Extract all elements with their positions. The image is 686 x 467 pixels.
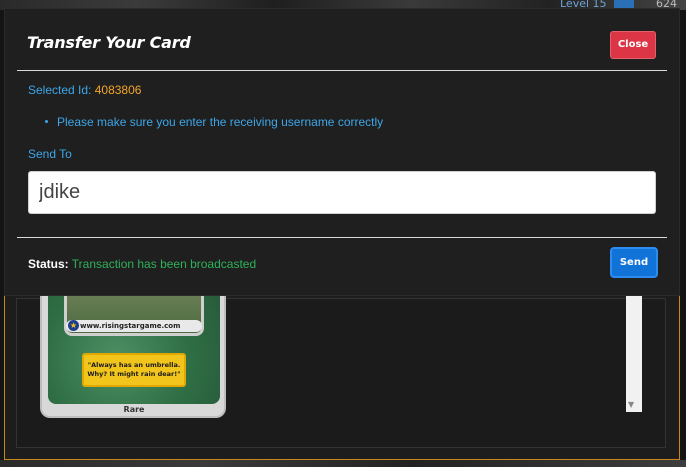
transfer-card-modal: Transfer Your Card Close Selected Id: 40… bbox=[4, 8, 680, 296]
status-row: Status: Transaction has been broadcasted bbox=[28, 257, 256, 271]
modal-title: Transfer Your Card bbox=[27, 33, 191, 52]
bullet-icon bbox=[45, 120, 48, 124]
recipient-username-input[interactable] bbox=[28, 171, 656, 214]
notice-text: Please make sure you enter the receiving… bbox=[57, 115, 384, 129]
footer-divider bbox=[17, 237, 667, 238]
card-image[interactable]: www.risingstargame.com ★ "Always has an … bbox=[40, 292, 226, 418]
send-button[interactable]: Send bbox=[610, 247, 658, 278]
selected-id-label: Selected Id: bbox=[28, 83, 92, 97]
status-label: Status: bbox=[28, 257, 69, 271]
star-icon: ★ bbox=[68, 320, 79, 331]
card-quote: "Always has an umbrella. Why? It might r… bbox=[82, 353, 186, 387]
selected-id-row: Selected Id: 4083806 bbox=[28, 83, 141, 97]
status-value: Transaction has been broadcasted bbox=[71, 257, 257, 271]
background-footer-strip bbox=[0, 460, 686, 467]
send-to-label: Send To bbox=[28, 147, 72, 161]
card-rarity: Rare bbox=[123, 405, 145, 414]
scroll-down-arrow-icon[interactable]: ▼ bbox=[628, 400, 634, 409]
scrollbar[interactable] bbox=[626, 296, 642, 412]
close-button[interactable]: Close bbox=[610, 31, 656, 59]
card-url: www.risingstargame.com bbox=[66, 320, 202, 332]
level-badge bbox=[614, 0, 634, 8]
header-divider bbox=[17, 70, 667, 71]
selected-id-value: 4083806 bbox=[94, 83, 142, 97]
notice-item: Please make sure you enter the receiving… bbox=[45, 115, 383, 129]
